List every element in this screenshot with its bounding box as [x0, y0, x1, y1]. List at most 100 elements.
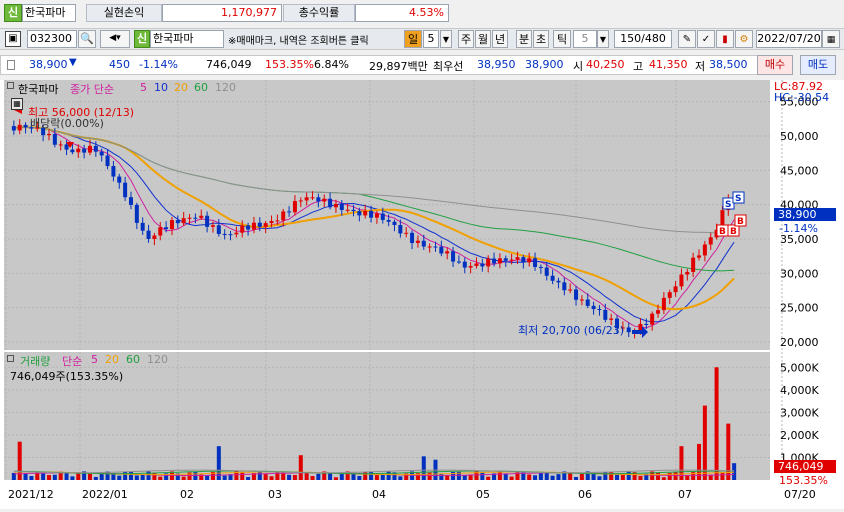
volume-bar — [679, 446, 684, 480]
candle-body — [281, 211, 286, 221]
candle-body — [404, 232, 409, 234]
x-tick-label: 05 — [476, 488, 490, 501]
x-tick-label: 07 — [678, 488, 692, 501]
x-axis: 2021/12 2022/01 02 03 04 05 06 07 07/20 — [8, 488, 816, 501]
candle-body — [392, 221, 397, 226]
candle-body — [257, 222, 262, 227]
speaker-icon[interactable]: ◀▾ — [100, 30, 130, 48]
volume-bar — [52, 474, 57, 480]
buy-button[interactable]: 매수 — [757, 55, 793, 75]
volume-bar — [158, 476, 163, 480]
tab-second[interactable]: 초 — [533, 30, 549, 48]
candle-body — [134, 204, 139, 223]
search-icon[interactable]: 🔍 — [78, 30, 96, 48]
tab-month[interactable]: 월 — [475, 30, 491, 48]
x-tick-label: 04 — [372, 488, 386, 501]
candle-body — [609, 318, 614, 320]
x-tick-label: 02 — [180, 488, 194, 501]
candle-body — [515, 257, 520, 260]
volume-bar — [533, 475, 538, 480]
tab-week[interactable]: 주 — [458, 30, 474, 48]
price-tick-label: 45,000 — [780, 164, 819, 177]
candle-body — [585, 299, 590, 306]
candle-body — [492, 258, 497, 264]
candle-body — [181, 218, 186, 224]
volume-bar — [462, 475, 467, 480]
volume-bar — [380, 474, 385, 480]
best-bid: 38,900 — [525, 58, 564, 71]
tool-icon[interactable]: ✎ — [678, 30, 696, 48]
chart-icon[interactable]: ▮ — [716, 30, 734, 48]
candle-body — [275, 220, 280, 222]
tab-minute[interactable]: 분 — [516, 30, 532, 48]
volume-bar — [298, 455, 303, 480]
expand-icon[interactable] — [7, 60, 15, 70]
panel-toggle-icon[interactable] — [7, 82, 14, 89]
candle-body — [591, 305, 596, 310]
volume-bar — [597, 476, 602, 480]
candle-body — [128, 197, 133, 205]
candle-body — [486, 258, 491, 267]
down-arrow-icon: ▼ — [69, 57, 77, 68]
candle-body — [445, 251, 450, 254]
volume-bar — [263, 473, 268, 480]
candle-body — [140, 222, 145, 231]
tab-tick[interactable]: 틱 — [553, 30, 571, 48]
calendar-icon[interactable]: ▦ — [822, 30, 840, 48]
x-tick-label: 2021/12 — [8, 488, 54, 501]
period-day-button[interactable]: 일 — [404, 30, 422, 48]
vol-panel-toggle-icon[interactable] — [7, 355, 14, 362]
candle-body — [398, 225, 403, 234]
chevron-down-icon[interactable]: ▼ — [597, 30, 609, 48]
high-label: 고 — [633, 60, 644, 73]
gear-icon[interactable]: ⚙ — [735, 30, 753, 48]
stock-code-input[interactable]: 032300 — [27, 30, 77, 48]
period-num[interactable]: 5 — [423, 30, 439, 48]
account-badge: 신 — [4, 4, 22, 22]
candle-body — [439, 246, 444, 254]
chart-type-icon[interactable]: ▣ — [5, 31, 21, 47]
cur-price-label: 38,900 — [774, 208, 836, 221]
candle-body — [17, 124, 22, 131]
volume-bar — [556, 474, 561, 480]
chevron-down-icon[interactable]: ▼ — [440, 30, 452, 48]
check-icon[interactable]: ✓ — [697, 30, 715, 48]
tab-year[interactable]: 년 — [492, 30, 508, 48]
volume-bar — [702, 405, 707, 480]
candle-body — [93, 145, 98, 152]
tick-num[interactable]: 5 — [573, 30, 597, 48]
candle-body — [339, 203, 344, 210]
count-field[interactable]: 150/480 — [614, 30, 672, 48]
candle-body — [451, 251, 456, 262]
candle-body — [363, 210, 368, 216]
volume-bar — [697, 443, 702, 480]
volume-bar — [152, 472, 157, 480]
volume-bar — [287, 474, 292, 480]
date-field[interactable]: 2022/07/20 — [756, 30, 822, 48]
volume-bar — [398, 476, 403, 480]
trade-mark-label: B — [730, 227, 737, 237]
amount: 29,897백만 — [369, 60, 428, 73]
grid-icon[interactable]: ▦ — [11, 98, 23, 110]
candle-body — [146, 230, 151, 239]
volume-bar — [76, 473, 81, 480]
volume-bar — [181, 476, 186, 480]
ma-120: 120 — [215, 81, 236, 94]
candle-body — [216, 225, 221, 234]
sell-button[interactable]: 매도 — [800, 55, 836, 75]
candle-body — [626, 327, 631, 333]
volume-bar — [134, 475, 139, 480]
candle-body — [421, 240, 426, 247]
best-ask: 38,950 — [477, 58, 516, 71]
price-change: 450 — [109, 58, 130, 71]
candle-body — [99, 151, 104, 156]
stock-name-field[interactable]: 한국파마 — [150, 30, 224, 48]
candle-body — [533, 258, 538, 267]
vol-ma-20: 20 — [105, 353, 119, 366]
candle-body — [574, 289, 579, 300]
candle-body — [234, 232, 239, 235]
candle-body — [169, 220, 174, 230]
account-name[interactable]: 한국파마 — [22, 4, 76, 22]
candle-body — [386, 219, 391, 222]
price-tick-label: 30,000 — [780, 267, 819, 280]
